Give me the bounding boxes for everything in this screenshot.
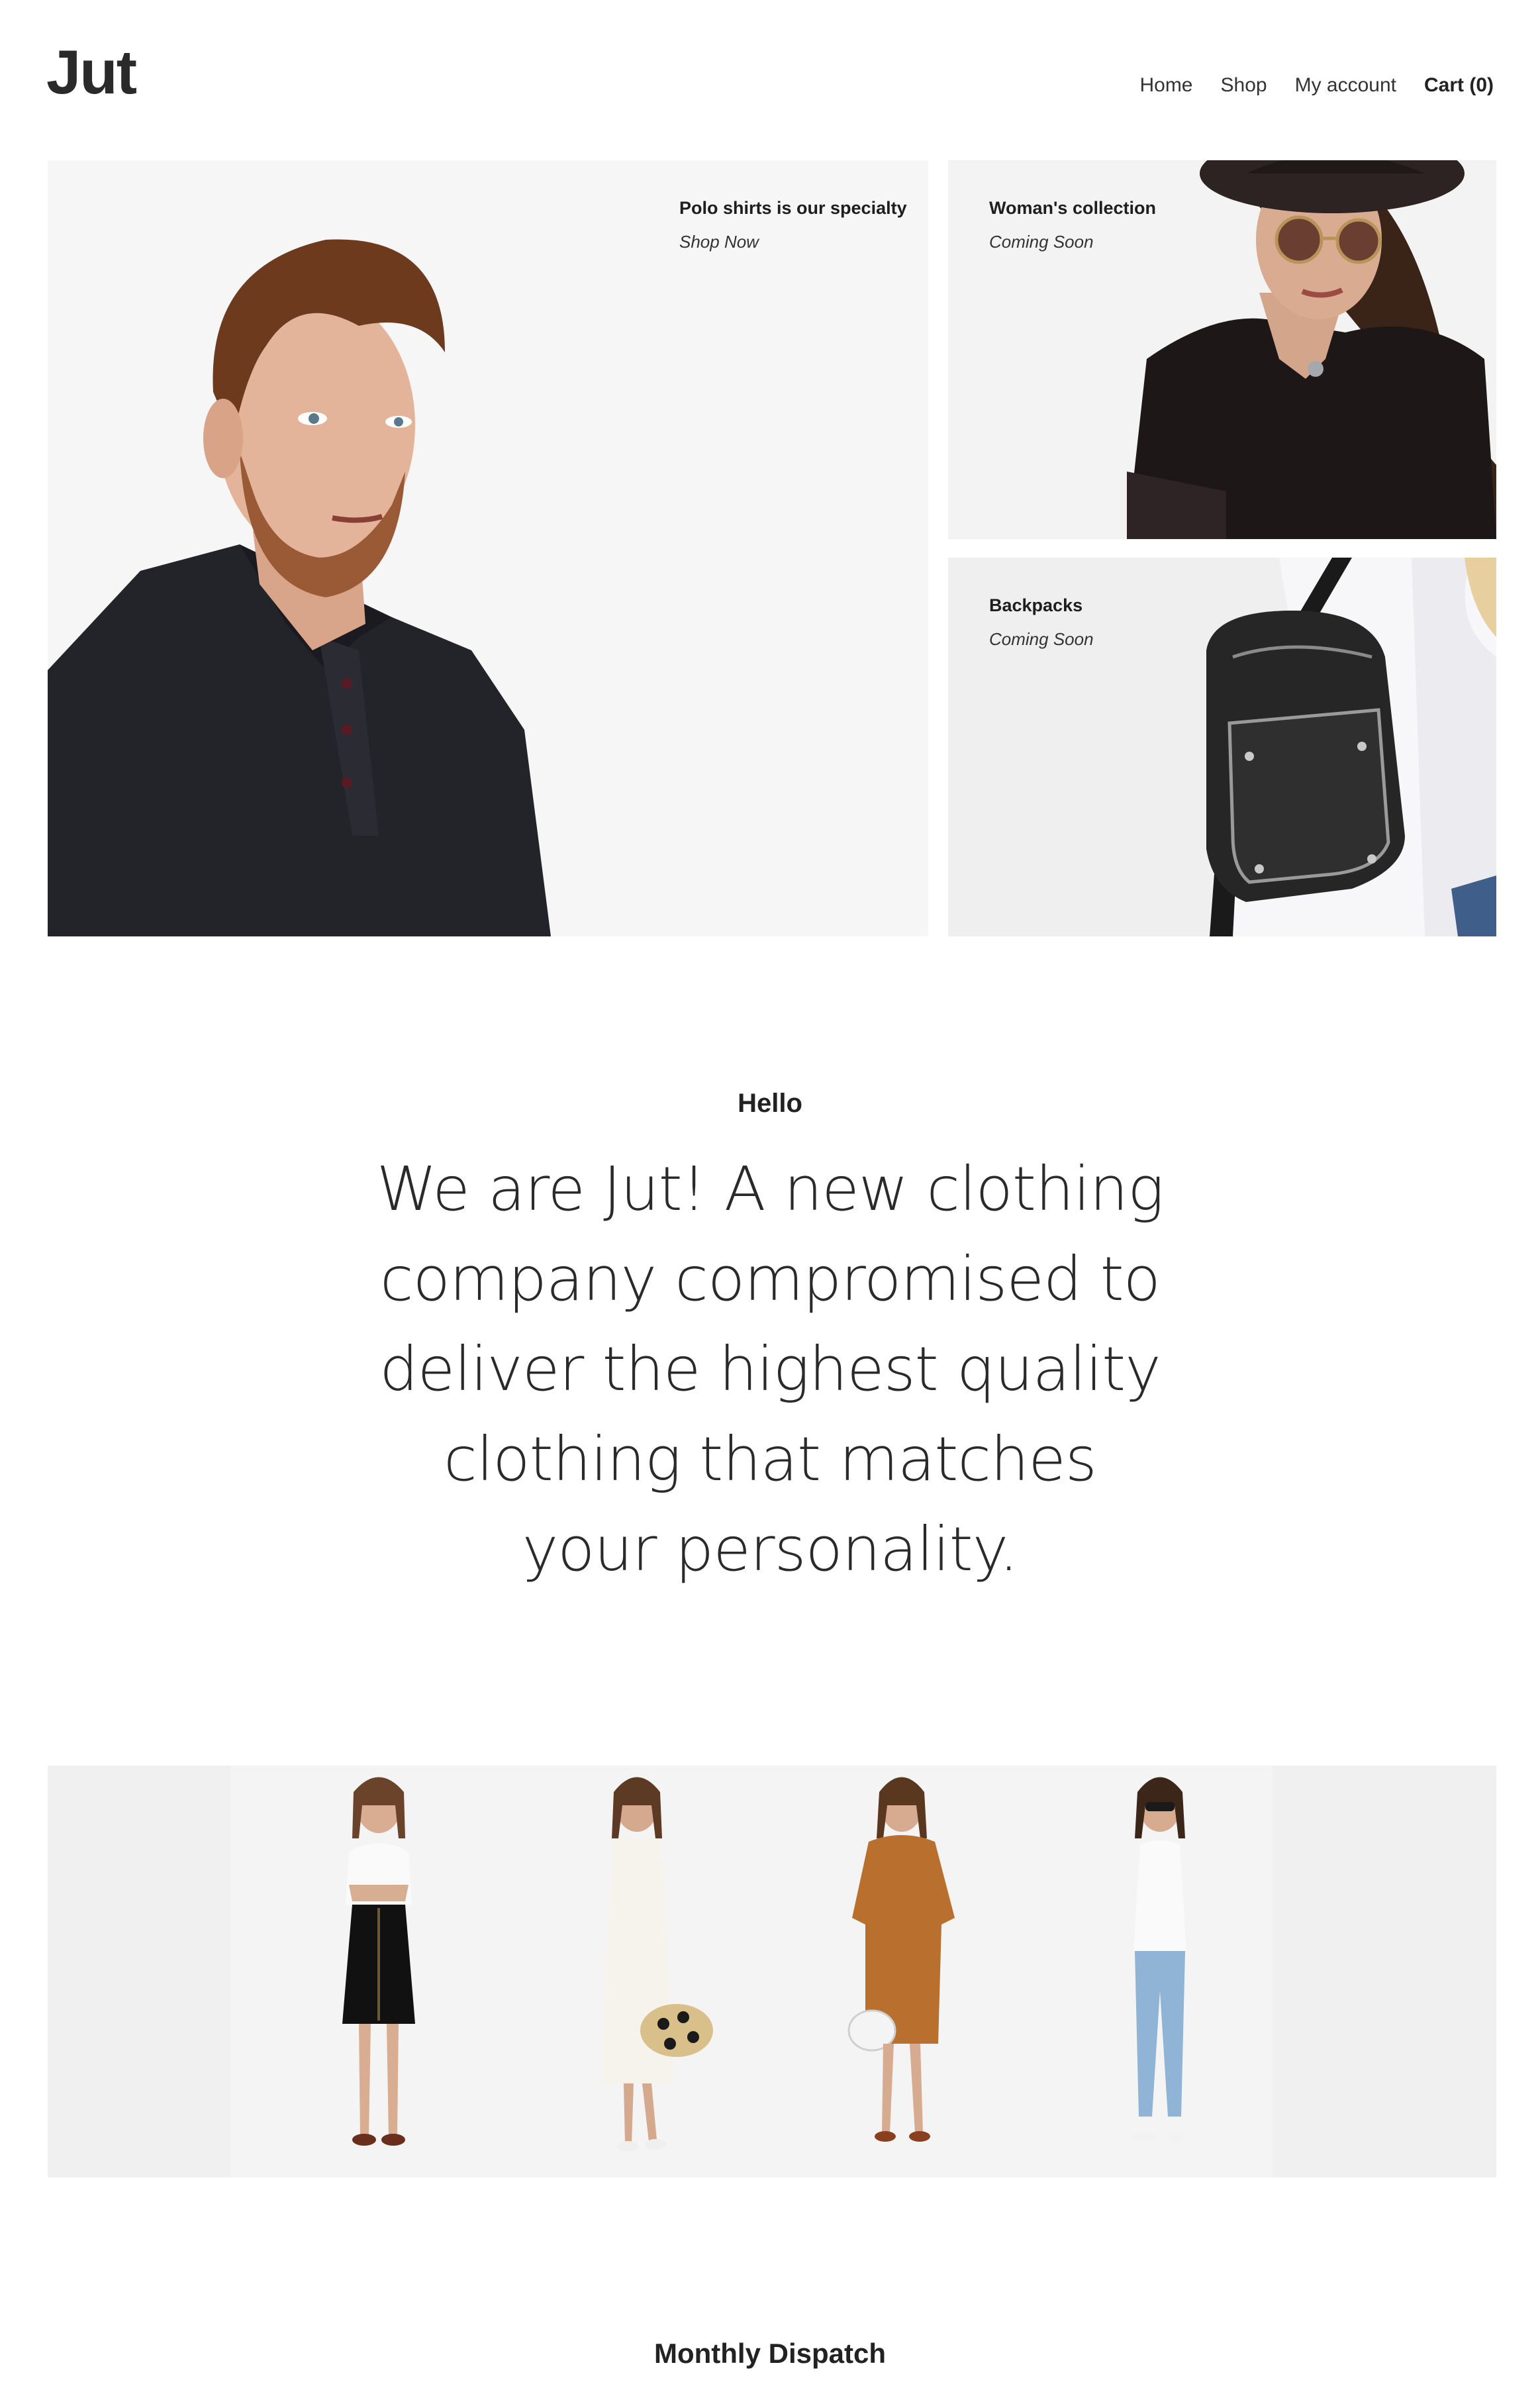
woman-collection-tile[interactable]: Woman's collection Coming Soon [948, 160, 1496, 539]
main-nav: Home Shop My account Cart (0) [1139, 75, 1494, 95]
model-figure-4 [1133, 1777, 1186, 2142]
model-figure-1 [342, 1777, 415, 2146]
site-header: Jut Home Shop My account Cart (0) [0, 0, 1540, 160]
hero-polo-title: Polo shirts is our specialty [679, 198, 907, 218]
nav-home-link[interactable]: Home [1139, 75, 1192, 95]
nav-shop-link[interactable]: Shop [1221, 75, 1267, 95]
site-logo[interactable]: Jut [46, 41, 137, 103]
intro-heading: Hello [738, 1089, 802, 1118]
nav-cart-link[interactable]: Cart (0) [1424, 75, 1494, 95]
model-figure-3 [847, 1777, 955, 2142]
lookbook-banner [48, 1766, 1496, 2177]
nav-account-link[interactable]: My account [1295, 75, 1396, 95]
woman-coming-soon-link[interactable]: Coming Soon [989, 232, 1094, 252]
intro-text: We are Jut! A new clothing company compr… [376, 1154, 1165, 1585]
model-figure-2 [601, 1777, 713, 2152]
backpacks-title: Backpacks [989, 595, 1083, 615]
newsletter-heading: Monthly Dispatch [653, 2338, 886, 2369]
shop-now-link[interactable]: Shop Now [679, 232, 759, 252]
backpacks-coming-soon-link[interactable]: Coming Soon [989, 629, 1094, 650]
hero-polo-tile[interactable]: Polo shirts is our specialty Shop Now [48, 160, 928, 936]
polo-model-image [48, 239, 551, 936]
woman-collection-title: Woman's collection [989, 198, 1156, 218]
backpacks-tile[interactable]: Backpacks Coming Soon [948, 558, 1496, 936]
